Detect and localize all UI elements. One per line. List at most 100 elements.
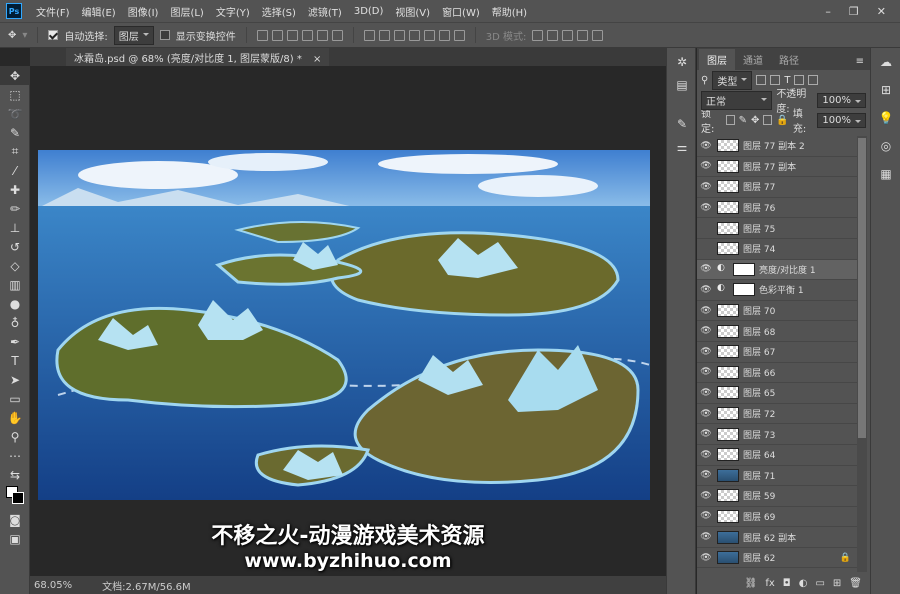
layer-row[interactable]: 👁 图层 76: [697, 198, 857, 219]
layer-row[interactable]: 👁 图层 62 🔒: [697, 548, 857, 569]
visibility-eye-icon[interactable]: 👁: [697, 553, 715, 563]
layer-name[interactable]: 图层 75: [743, 222, 775, 235]
menu-layer[interactable]: 图层(L): [164, 4, 209, 19]
screen-mode-icon[interactable]: ▣: [0, 529, 30, 548]
layer-row[interactable]: 👁 图层 64: [697, 445, 857, 466]
layer-thumbnail[interactable]: [717, 221, 739, 235]
rectangle-tool-icon[interactable]: ▭: [0, 389, 30, 408]
trash-icon[interactable]: 🗑: [849, 578, 862, 589]
visibility-eye-icon[interactable]: 👁: [697, 285, 715, 295]
layer-name[interactable]: 图层 64: [743, 448, 775, 461]
layer-thumbnail[interactable]: [717, 407, 739, 421]
fill-input[interactable]: 100%: [817, 112, 866, 128]
maximize-button[interactable]: ❐: [849, 5, 859, 18]
layer-row[interactable]: 👁 图层 70: [697, 301, 857, 322]
layer-name[interactable]: 色彩平衡 1: [759, 283, 804, 296]
distribute-right-icon[interactable]: [438, 29, 450, 41]
layer-name[interactable]: 图层 66: [743, 366, 775, 379]
layer-name[interactable]: 图层 62: [743, 551, 775, 564]
visibility-eye-icon[interactable]: 👁: [697, 491, 715, 501]
layer-row[interactable]: 👁 图层 68: [697, 321, 857, 342]
new-layer-icon[interactable]: ⊞: [833, 578, 841, 589]
color-swatches[interactable]: [0, 484, 30, 510]
swatches-panel-icon[interactable]: ▦: [871, 160, 900, 188]
visibility-eye-icon[interactable]: 👁: [697, 326, 715, 336]
menu-image[interactable]: 图像(I): [122, 4, 165, 19]
close-tab-icon[interactable]: ×: [313, 54, 321, 65]
distribute-hcenter-icon[interactable]: [423, 29, 435, 41]
libraries-panel-icon[interactable]: ☁: [871, 48, 900, 76]
tab-paths[interactable]: 路径: [771, 49, 807, 70]
layer-row[interactable]: 👁 图层 69: [697, 507, 857, 528]
tab-layers[interactable]: 图层: [699, 49, 735, 70]
layer-name[interactable]: 图层 69: [743, 510, 775, 523]
layer-name[interactable]: 图层 71: [743, 469, 775, 482]
menu-edit[interactable]: 编辑(E): [76, 4, 122, 19]
layer-name[interactable]: 图层 76: [743, 201, 775, 214]
layer-thumbnail[interactable]: [717, 530, 739, 544]
path-selection-tool-icon[interactable]: ➤: [0, 370, 30, 389]
layer-name[interactable]: 图层 59: [743, 489, 775, 502]
filter-shape-icon[interactable]: [794, 75, 805, 85]
layer-row[interactable]: 👁 图层 77: [697, 177, 857, 198]
document-tab[interactable]: 冰霜岛.psd @ 68% (亮度/对比度 1, 图层蒙版/8) * ×: [66, 48, 330, 66]
layer-row[interactable]: 👁 图层 72: [697, 404, 857, 425]
tab-channels[interactable]: 通道: [735, 49, 771, 70]
visibility-eye-icon[interactable]: 👁: [697, 388, 715, 398]
folder-icon[interactable]: ▭: [815, 578, 824, 589]
lock-transparent-icon[interactable]: [725, 115, 735, 125]
layer-row[interactable]: 👁 图层 77 副本 2: [697, 136, 857, 157]
layer-mask-thumbnail[interactable]: [733, 262, 755, 276]
auto-select-checkbox[interactable]: [48, 30, 59, 40]
menu-type[interactable]: 文字(Y): [210, 4, 256, 19]
quick-mask-icon[interactable]: ◙: [0, 510, 30, 529]
layer-name[interactable]: 图层 72: [743, 407, 775, 420]
auto-select-dropdown[interactable]: 图层: [113, 25, 154, 45]
eyedropper-tool-icon[interactable]: ⁄: [0, 161, 30, 180]
align-vcenter-icon[interactable]: [271, 29, 283, 41]
filter-kind-dropdown[interactable]: 类型: [712, 70, 753, 90]
layer-row[interactable]: 👁 图层 74: [697, 239, 857, 260]
layer-row[interactable]: 👁 图层 71: [697, 466, 857, 487]
pen-tool-icon[interactable]: ✒: [0, 332, 30, 351]
adjustments-panel-icon[interactable]: ✲: [667, 52, 697, 71]
crop-tool-icon[interactable]: ⌗: [0, 142, 30, 161]
layer-row[interactable]: 👁 图层 59: [697, 486, 857, 507]
3d-roll-icon[interactable]: [547, 29, 559, 41]
lock-pixels-icon[interactable]: ✎: [739, 115, 747, 126]
layer-row[interactable]: 👁 图层 66: [697, 363, 857, 384]
cloud-documents-icon[interactable]: ◎: [871, 132, 900, 160]
layer-thumbnail[interactable]: [717, 242, 739, 256]
visibility-eye-icon[interactable]: 👁: [697, 182, 715, 192]
auto-align-icon[interactable]: [453, 29, 465, 41]
lock-position-icon[interactable]: ✥: [751, 115, 759, 126]
menu-view[interactable]: 视图(V): [389, 4, 436, 19]
tool-preset-chevron-icon[interactable]: ▾: [22, 30, 27, 41]
3d-drag-icon[interactable]: [562, 29, 574, 41]
align-top-icon[interactable]: [256, 29, 268, 41]
3d-rotate-icon[interactable]: [532, 29, 544, 41]
canvas-area[interactable]: 不移之火-动漫游戏美术资源 www.byzhihuo.com: [30, 66, 666, 576]
zoom-level[interactable]: 68.05%: [34, 580, 72, 591]
link-icon[interactable]: ⛓: [745, 578, 758, 589]
learn-panel-icon[interactable]: 💡: [871, 104, 900, 132]
layer-row[interactable]: 👁 图层 67: [697, 342, 857, 363]
visibility-eye-icon[interactable]: 👁: [697, 511, 715, 521]
layer-name[interactable]: 图层 65: [743, 386, 775, 399]
layer-thumbnail[interactable]: [717, 509, 739, 523]
dodge-tool-icon[interactable]: ♁: [0, 313, 30, 332]
visibility-eye-icon[interactable]: 👁: [697, 347, 715, 357]
opacity-input[interactable]: 100%: [817, 92, 866, 108]
visibility-eye-icon[interactable]: 👁: [697, 367, 715, 377]
panel-menu-icon[interactable]: ≡: [850, 53, 870, 70]
lock-artboard-icon[interactable]: [763, 115, 773, 125]
menu-window[interactable]: 窗口(W): [436, 4, 486, 19]
3d-slide-icon[interactable]: [577, 29, 589, 41]
layer-name[interactable]: 图层 70: [743, 304, 775, 317]
adjustment-layers-icon[interactable]: ⊞: [871, 76, 900, 104]
layer-thumbnail[interactable]: [717, 551, 739, 565]
properties-panel-icon[interactable]: ⚌: [667, 137, 697, 156]
histogram-panel-icon[interactable]: ▤: [667, 75, 697, 94]
visibility-eye-icon[interactable]: 👁: [697, 450, 715, 460]
hand-tool-icon[interactable]: ✋: [0, 408, 30, 427]
